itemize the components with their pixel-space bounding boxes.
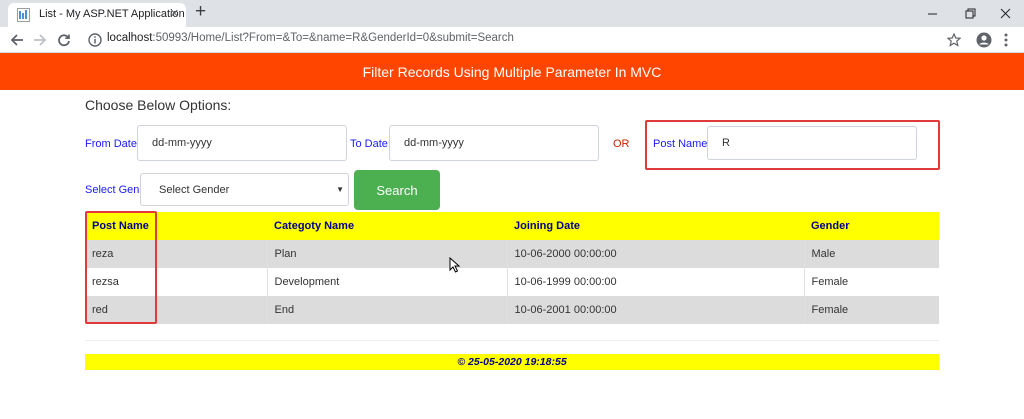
table-row: rezsa Development 10-06-1999 00:00:00 Fe… — [85, 268, 939, 296]
table-row: reza Plan 10-06-2000 00:00:00 Male — [85, 240, 939, 268]
post-name-label: Post Name: — [653, 138, 711, 150]
cell-joining-date: 10-06-2001 00:00:00 — [507, 296, 805, 324]
address-bar-url[interactable]: localhost:50993/Home/List?From=&To=&name… — [107, 32, 514, 44]
gender-label: Select Gen: — [85, 184, 143, 196]
or-separator: OR — [613, 138, 630, 150]
gender-select[interactable]: Select Gender ▼ — [140, 173, 349, 206]
browser-toolbar: localhost:50993/Home/List?From=&To=&name… — [0, 27, 1024, 53]
from-date-label: From Date: — [85, 138, 141, 150]
to-date-input[interactable]: dd-mm-yyyy — [389, 125, 599, 161]
cell-category-name: Development — [267, 268, 508, 296]
profile-avatar-icon[interactable] — [976, 32, 992, 48]
gender-select-value: Select Gender — [159, 183, 230, 196]
back-arrow-icon[interactable] — [8, 31, 26, 49]
filters-heading: Choose Below Options: — [85, 97, 232, 113]
table-row: red End 10-06-2001 00:00:00 Female — [85, 296, 939, 324]
post-name-input[interactable]: R — [707, 126, 917, 160]
tab-close-icon[interactable]: × — [170, 6, 179, 22]
cell-joining-date: 10-06-1999 00:00:00 — [507, 268, 805, 296]
bookmark-star-icon[interactable] — [947, 33, 961, 47]
new-tab-plus-icon[interactable]: + — [195, 2, 206, 22]
site-info-icon[interactable] — [88, 33, 102, 47]
menu-kebab-icon[interactable] — [1003, 32, 1009, 48]
browser-tabstrip: List - My ASP.NET Application × + — [0, 0, 1024, 27]
page-title: Filter Records Using Multiple Parameter … — [362, 63, 662, 80]
post-name-column-highlight — [85, 211, 157, 324]
cell-gender: Male — [804, 240, 939, 268]
to-date-label: To Date: — [350, 138, 391, 150]
tab-title: List - My ASP.NET Application — [39, 8, 185, 20]
footer-divider — [85, 340, 939, 341]
column-header-joining-date[interactable]: Joining Date — [507, 212, 804, 240]
chevron-down-icon: ▼ — [336, 185, 344, 194]
results-table: Post Name Categoty Name Joining Date Gen… — [85, 212, 939, 324]
cell-gender: Female — [804, 296, 939, 324]
search-button[interactable]: Search — [354, 170, 440, 210]
reload-icon[interactable] — [55, 31, 73, 49]
footer-timestamp: © 25-05-2020 19:18:55 — [85, 354, 939, 370]
table-header-row: Post Name Categoty Name Joining Date Gen… — [85, 212, 939, 240]
cell-joining-date: 10-06-2000 00:00:00 — [507, 240, 805, 268]
cell-category-name: End — [267, 296, 508, 324]
column-header-category-name[interactable]: Categoty Name — [267, 212, 507, 240]
cell-category-name: Plan — [267, 240, 508, 268]
cell-gender: Female — [804, 268, 939, 296]
close-window-icon[interactable] — [982, 0, 1024, 27]
mouse-cursor-icon — [449, 257, 461, 273]
page-header: Filter Records Using Multiple Parameter … — [0, 53, 1024, 90]
from-date-input[interactable]: dd-mm-yyyy — [137, 125, 347, 161]
browser-tab[interactable]: List - My ASP.NET Application × — [8, 3, 186, 27]
page-favicon-icon — [17, 8, 30, 22]
column-header-gender[interactable]: Gender — [804, 212, 939, 240]
forward-arrow-icon[interactable] — [31, 31, 49, 49]
